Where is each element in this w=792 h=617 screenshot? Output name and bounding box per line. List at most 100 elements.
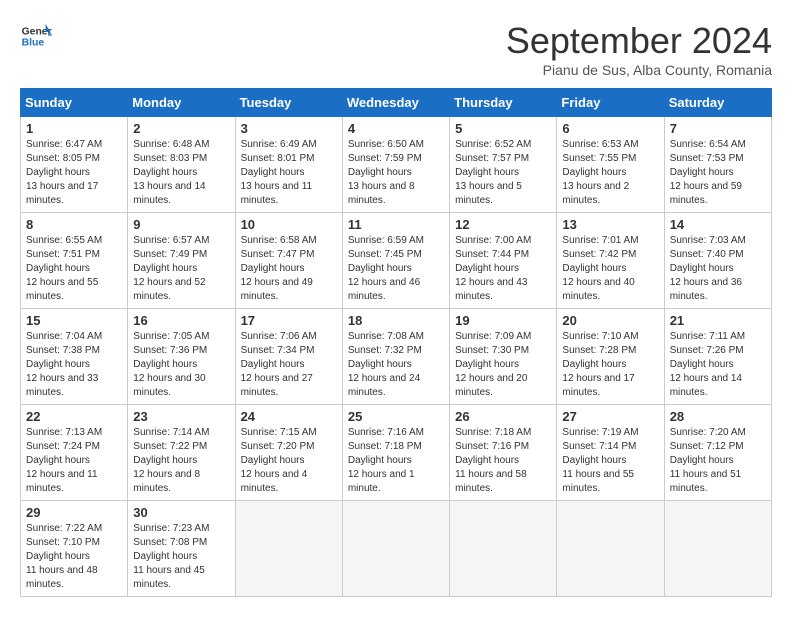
- day-number: 30: [133, 505, 229, 520]
- day-cell-17: 17 Sunrise: 7:06 AMSunset: 7:34 PMDayligh…: [235, 309, 342, 405]
- day-number: 14: [670, 217, 766, 232]
- day-cell-11: 11Sunrise: 6:59 AMSunset: 7:45 PMDayligh…: [342, 213, 449, 309]
- day-number: 12: [455, 217, 551, 232]
- day-info: Sunrise: 7:04 AMSunset: 7:38 PMDaylight …: [26, 330, 122, 400]
- day-number: 23: [133, 409, 229, 424]
- day-info: Sunrise: 6:54 AMSunset: 7:53 PMDaylight …: [670, 138, 766, 208]
- day-number: 8: [26, 217, 122, 232]
- day-cell-8: 8 Sunrise: 6:55 AMSunset: 7:51 PMDaylight…: [21, 213, 128, 309]
- day-number: 24: [241, 409, 337, 424]
- day-cell-4: 4 Sunrise: 6:50 AMSunset: 7:59 PMDaylight…: [342, 117, 449, 213]
- day-number: 17: [241, 313, 337, 328]
- col-header-tuesday: Tuesday: [235, 89, 342, 117]
- day-number: 3: [241, 121, 337, 136]
- day-cell-20: 20 Sunrise: 7:10 AMSunset: 7:28 PMDayligh…: [557, 309, 664, 405]
- day-info: Sunrise: 7:06 AMSunset: 7:34 PMDaylight …: [241, 330, 337, 400]
- day-cell-1: 1 Sunrise: 6:47 AMSunset: 8:05 PMDaylight…: [21, 117, 128, 213]
- empty-cell: [235, 501, 342, 597]
- week-row-2: 8 Sunrise: 6:55 AMSunset: 7:51 PMDaylight…: [21, 213, 772, 309]
- day-info: Sunrise: 7:14 AMSunset: 7:22 PMDaylight …: [133, 426, 229, 496]
- day-cell-19: 19 Sunrise: 7:09 AMSunset: 7:30 PMDayligh…: [450, 309, 557, 405]
- day-number: 9: [133, 217, 229, 232]
- day-number: 16: [133, 313, 229, 328]
- day-cell-13: 13Sunrise: 7:01 AMSunset: 7:42 PMDayligh…: [557, 213, 664, 309]
- day-info: Sunrise: 6:58 AMSunset: 7:47 PMDaylight …: [241, 234, 337, 304]
- day-number: 10: [241, 217, 337, 232]
- day-number: 11: [348, 217, 444, 232]
- day-cell-15: 15 Sunrise: 7:04 AMSunset: 7:38 PMDayligh…: [21, 309, 128, 405]
- day-number: 5: [455, 121, 551, 136]
- day-info: Sunrise: 7:19 AMSunset: 7:14 PMDaylight …: [562, 426, 658, 496]
- day-cell-28: 28 Sunrise: 7:20 AMSunset: 7:12 PMDayligh…: [664, 405, 771, 501]
- day-number: 6: [562, 121, 658, 136]
- col-header-saturday: Saturday: [664, 89, 771, 117]
- col-header-thursday: Thursday: [450, 89, 557, 117]
- day-info: Sunrise: 7:01 AMSunset: 7:42 PMDaylight …: [562, 234, 658, 304]
- col-header-sunday: Sunday: [21, 89, 128, 117]
- week-row-3: 15 Sunrise: 7:04 AMSunset: 7:38 PMDayligh…: [21, 309, 772, 405]
- day-info: Sunrise: 6:47 AMSunset: 8:05 PMDaylight …: [26, 138, 122, 208]
- day-cell-29: 29 Sunrise: 7:22 AMSunset: 7:10 PMDayligh…: [21, 501, 128, 597]
- logo: General Blue: [20, 20, 52, 52]
- day-number: 4: [348, 121, 444, 136]
- day-cell-24: 24 Sunrise: 7:15 AMSunset: 7:20 PMDayligh…: [235, 405, 342, 501]
- empty-cell: [342, 501, 449, 597]
- col-header-friday: Friday: [557, 89, 664, 117]
- day-info: Sunrise: 6:50 AMSunset: 7:59 PMDaylight …: [348, 138, 444, 208]
- day-info: Sunrise: 7:09 AMSunset: 7:30 PMDaylight …: [455, 330, 551, 400]
- day-cell-16: 16 Sunrise: 7:05 AMSunset: 7:36 PMDayligh…: [128, 309, 235, 405]
- day-info: Sunrise: 7:23 AMSunset: 7:08 PMDaylight …: [133, 522, 229, 592]
- day-cell-10: 10 Sunrise: 6:58 AMSunset: 7:47 PMDayligh…: [235, 213, 342, 309]
- day-number: 18: [348, 313, 444, 328]
- day-info: Sunrise: 7:05 AMSunset: 7:36 PMDaylight …: [133, 330, 229, 400]
- day-info: Sunrise: 7:15 AMSunset: 7:20 PMDaylight …: [241, 426, 337, 496]
- week-row-5: 29 Sunrise: 7:22 AMSunset: 7:10 PMDayligh…: [21, 501, 772, 597]
- day-cell-21: 21 Sunrise: 7:11 AMSunset: 7:26 PMDayligh…: [664, 309, 771, 405]
- day-cell-22: 22 Sunrise: 7:13 AMSunset: 7:24 PMDayligh…: [21, 405, 128, 501]
- day-number: 22: [26, 409, 122, 424]
- day-cell-23: 23 Sunrise: 7:14 AMSunset: 7:22 PMDayligh…: [128, 405, 235, 501]
- logo-icon: General Blue: [20, 20, 52, 52]
- day-cell-7: 7Sunrise: 6:54 AMSunset: 7:53 PMDaylight…: [664, 117, 771, 213]
- day-info: Sunrise: 6:53 AMSunset: 7:55 PMDaylight …: [562, 138, 658, 208]
- day-number: 28: [670, 409, 766, 424]
- day-cell-26: 26 Sunrise: 7:18 AMSunset: 7:16 PMDayligh…: [450, 405, 557, 501]
- day-info: Sunrise: 6:55 AMSunset: 7:51 PMDaylight …: [26, 234, 122, 304]
- day-number: 20: [562, 313, 658, 328]
- day-info: Sunrise: 7:16 AMSunset: 7:18 PMDaylight …: [348, 426, 444, 496]
- month-title: September 2024: [506, 20, 772, 62]
- page-header: General Blue September 2024 Pianu de Sus…: [20, 20, 772, 78]
- day-info: Sunrise: 7:08 AMSunset: 7:32 PMDaylight …: [348, 330, 444, 400]
- day-cell-18: 18 Sunrise: 7:08 AMSunset: 7:32 PMDayligh…: [342, 309, 449, 405]
- col-header-wednesday: Wednesday: [342, 89, 449, 117]
- day-info: Sunrise: 7:11 AMSunset: 7:26 PMDaylight …: [670, 330, 766, 400]
- day-number: 21: [670, 313, 766, 328]
- day-number: 29: [26, 505, 122, 520]
- day-number: 26: [455, 409, 551, 424]
- location: Pianu de Sus, Alba County, Romania: [506, 62, 772, 78]
- calendar-table: SundayMondayTuesdayWednesdayThursdayFrid…: [20, 88, 772, 597]
- day-number: 2: [133, 121, 229, 136]
- day-info: Sunrise: 6:49 AMSunset: 8:01 PMDaylight …: [241, 138, 337, 208]
- calendar-header-row: SundayMondayTuesdayWednesdayThursdayFrid…: [21, 89, 772, 117]
- day-info: Sunrise: 6:48 AMSunset: 8:03 PMDaylight …: [133, 138, 229, 208]
- day-info: Sunrise: 7:18 AMSunset: 7:16 PMDaylight …: [455, 426, 551, 496]
- day-cell-25: 25Sunrise: 7:16 AMSunset: 7:18 PMDayligh…: [342, 405, 449, 501]
- week-row-1: 1 Sunrise: 6:47 AMSunset: 8:05 PMDaylight…: [21, 117, 772, 213]
- day-info: Sunrise: 7:20 AMSunset: 7:12 PMDaylight …: [670, 426, 766, 496]
- day-number: 1: [26, 121, 122, 136]
- day-info: Sunrise: 7:00 AMSunset: 7:44 PMDaylight …: [455, 234, 551, 304]
- empty-cell: [557, 501, 664, 597]
- day-number: 27: [562, 409, 658, 424]
- empty-cell: [664, 501, 771, 597]
- col-header-monday: Monday: [128, 89, 235, 117]
- day-number: 15: [26, 313, 122, 328]
- day-cell-14: 14Sunrise: 7:03 AMSunset: 7:40 PMDayligh…: [664, 213, 771, 309]
- day-cell-3: 3 Sunrise: 6:49 AMSunset: 8:01 PMDaylight…: [235, 117, 342, 213]
- day-info: Sunrise: 7:13 AMSunset: 7:24 PMDaylight …: [26, 426, 122, 496]
- day-cell-9: 9Sunrise: 6:57 AMSunset: 7:49 PMDaylight…: [128, 213, 235, 309]
- day-info: Sunrise: 7:22 AMSunset: 7:10 PMDaylight …: [26, 522, 122, 592]
- day-info: Sunrise: 7:10 AMSunset: 7:28 PMDaylight …: [562, 330, 658, 400]
- day-cell-5: 5Sunrise: 6:52 AMSunset: 7:57 PMDaylight…: [450, 117, 557, 213]
- day-number: 19: [455, 313, 551, 328]
